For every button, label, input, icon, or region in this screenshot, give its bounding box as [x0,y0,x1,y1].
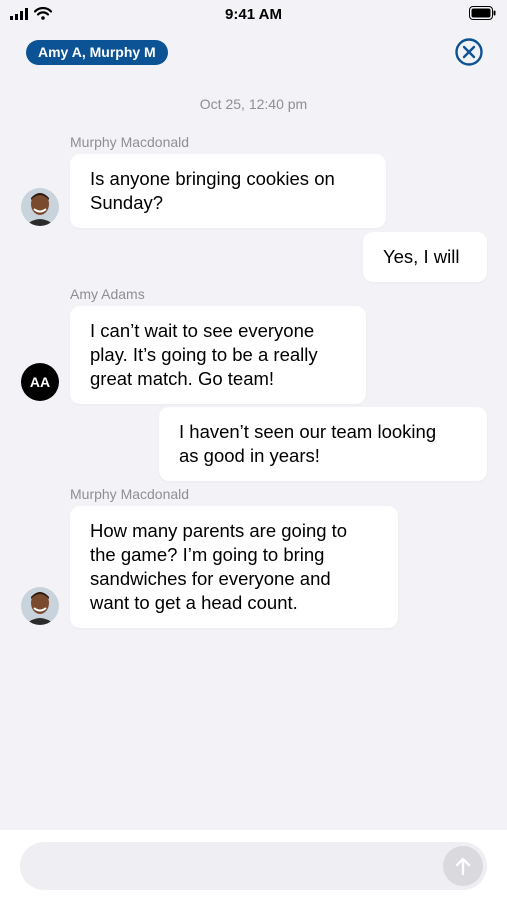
message-bubble-outgoing[interactable]: Yes, I will [363,232,487,282]
message-bubble-incoming[interactable]: Is anyone bringing cookies on Sunday? [70,154,386,228]
message-bubble-incoming[interactable]: How many parents are going to the game? … [70,506,398,628]
sender-name: Amy Adams [70,286,145,302]
conversation-timestamp: Oct 25, 12:40 pm [199,96,308,112]
message-bubble-outgoing[interactable]: I haven’t seen our team looking as good … [159,407,487,481]
avatar-amy[interactable]: AA [21,363,59,401]
arrow-up-icon [455,857,471,876]
participants-chip[interactable]: Amy A, Murphy M [26,40,168,65]
battery-icon [469,6,497,25]
composer-bar [0,830,507,900]
sender-name: Murphy Macdonald [70,486,190,502]
close-button[interactable] [455,38,483,66]
sender-name: Murphy Macdonald [70,134,190,150]
status-time: 9:41 AM [225,6,282,23]
message-input[interactable] [20,842,487,890]
close-circle-icon [455,38,483,66]
message-bubble-incoming[interactable]: I can’t wait to see everyone play. It’s … [70,306,366,404]
status-bar: 9:41 AM [0,0,507,30]
send-button[interactable] [443,846,483,886]
avatar-murphy[interactable] [21,188,59,226]
avatar-murphy[interactable] [21,587,59,625]
